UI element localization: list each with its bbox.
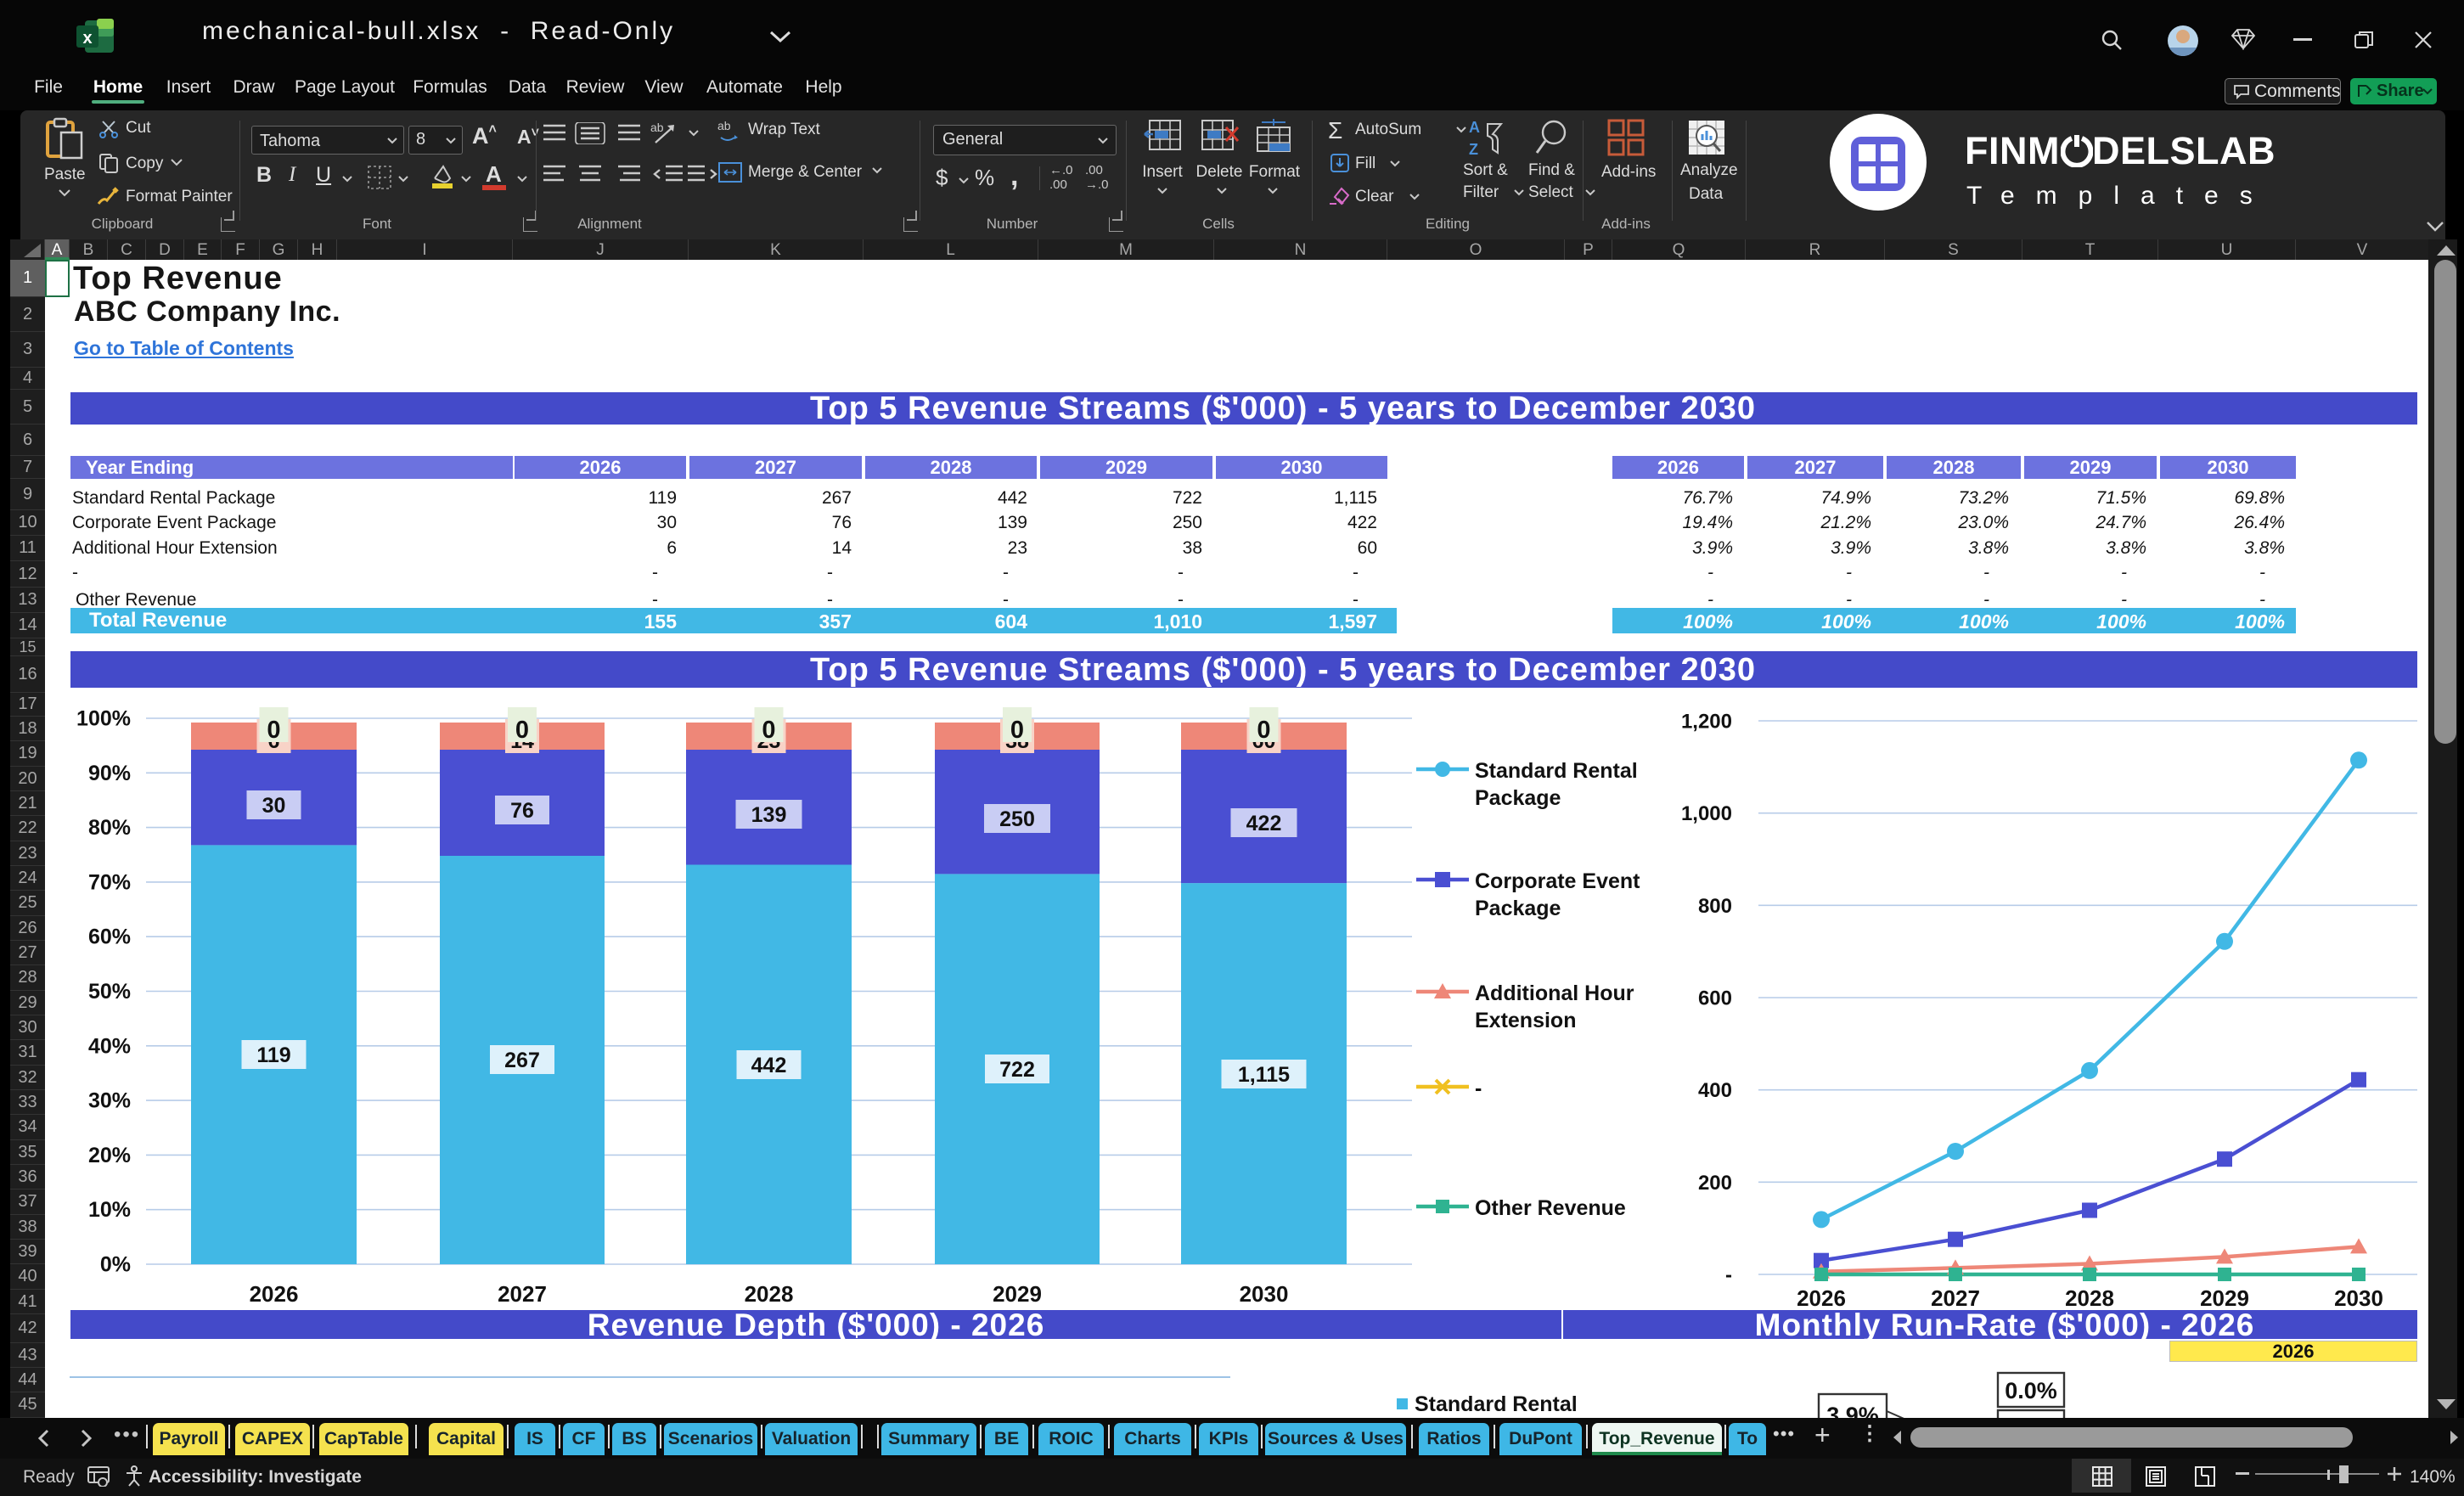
svg-text:0: 0: [1010, 717, 1024, 744]
svg-text:ab: ab: [650, 121, 664, 134]
svg-text:100%: 100%: [76, 707, 131, 731]
svg-text:10%: 10%: [88, 1198, 131, 1222]
svg-text:2028: 2028: [745, 1281, 794, 1307]
svg-text:Package: Package: [1475, 786, 1561, 810]
svg-text:50%: 50%: [88, 980, 131, 1004]
svg-text:0: 0: [762, 717, 775, 744]
svg-text:1,115: 1,115: [1238, 1063, 1290, 1087]
svg-text:119: 119: [256, 1043, 290, 1067]
svg-text:1,000: 1,000: [1681, 802, 1732, 825]
svg-text:40%: 40%: [88, 1034, 131, 1058]
svg-text:0.0%: 0.0%: [2005, 1378, 2057, 1403]
svg-text:60%: 60%: [88, 925, 131, 949]
svg-text:30: 30: [262, 794, 286, 818]
svg-text:0: 0: [515, 717, 529, 744]
svg-text:722: 722: [999, 1058, 1035, 1082]
svg-text:600: 600: [1698, 987, 1732, 1010]
svg-text:2029: 2029: [993, 1281, 1042, 1307]
svg-text:Other Revenue: Other Revenue: [1475, 1196, 1626, 1220]
svg-text:ab: ab: [717, 119, 731, 132]
svg-text:20%: 20%: [88, 1144, 131, 1167]
svg-text:2026: 2026: [250, 1281, 299, 1307]
svg-text:200: 200: [1698, 1172, 1732, 1195]
svg-text:139: 139: [751, 803, 787, 827]
svg-text:A: A: [1469, 119, 1480, 136]
svg-text:-: -: [1725, 1264, 1732, 1287]
svg-text:267: 267: [504, 1049, 540, 1072]
svg-text:2030: 2030: [2334, 1285, 2383, 1311]
svg-text:800: 800: [1698, 895, 1732, 918]
svg-text:70%: 70%: [88, 870, 131, 894]
svg-text:80%: 80%: [88, 816, 131, 840]
svg-text:-: -: [1475, 1077, 1482, 1100]
svg-text:2027: 2027: [498, 1281, 547, 1307]
svg-text:0: 0: [267, 717, 280, 744]
svg-text:x: x: [82, 29, 92, 48]
svg-text:0%: 0%: [100, 1253, 131, 1277]
svg-text:Package: Package: [1475, 897, 1561, 920]
svg-text:3.9%: 3.9%: [1826, 1403, 1879, 1418]
svg-text:250: 250: [999, 807, 1035, 831]
svg-text:400: 400: [1698, 1079, 1732, 1102]
svg-text:Standard Rental: Standard Rental: [1415, 1392, 1578, 1416]
svg-text:Additional Hour: Additional Hour: [1475, 981, 1634, 1005]
svg-text:Extension: Extension: [1475, 1009, 1576, 1032]
svg-text:Z: Z: [1469, 141, 1478, 158]
svg-text:76: 76: [510, 799, 534, 823]
svg-text:90%: 90%: [88, 762, 131, 785]
svg-text:30%: 30%: [88, 1089, 131, 1113]
svg-text:2030: 2030: [1240, 1281, 1289, 1307]
svg-text:422: 422: [1246, 812, 1282, 835]
svg-text:442: 442: [751, 1054, 787, 1077]
svg-text:Corporate Event: Corporate Event: [1475, 869, 1640, 893]
svg-text:1,200: 1,200: [1681, 711, 1732, 734]
svg-text:0: 0: [1257, 717, 1270, 744]
svg-text:Standard Rental: Standard Rental: [1475, 759, 1638, 783]
